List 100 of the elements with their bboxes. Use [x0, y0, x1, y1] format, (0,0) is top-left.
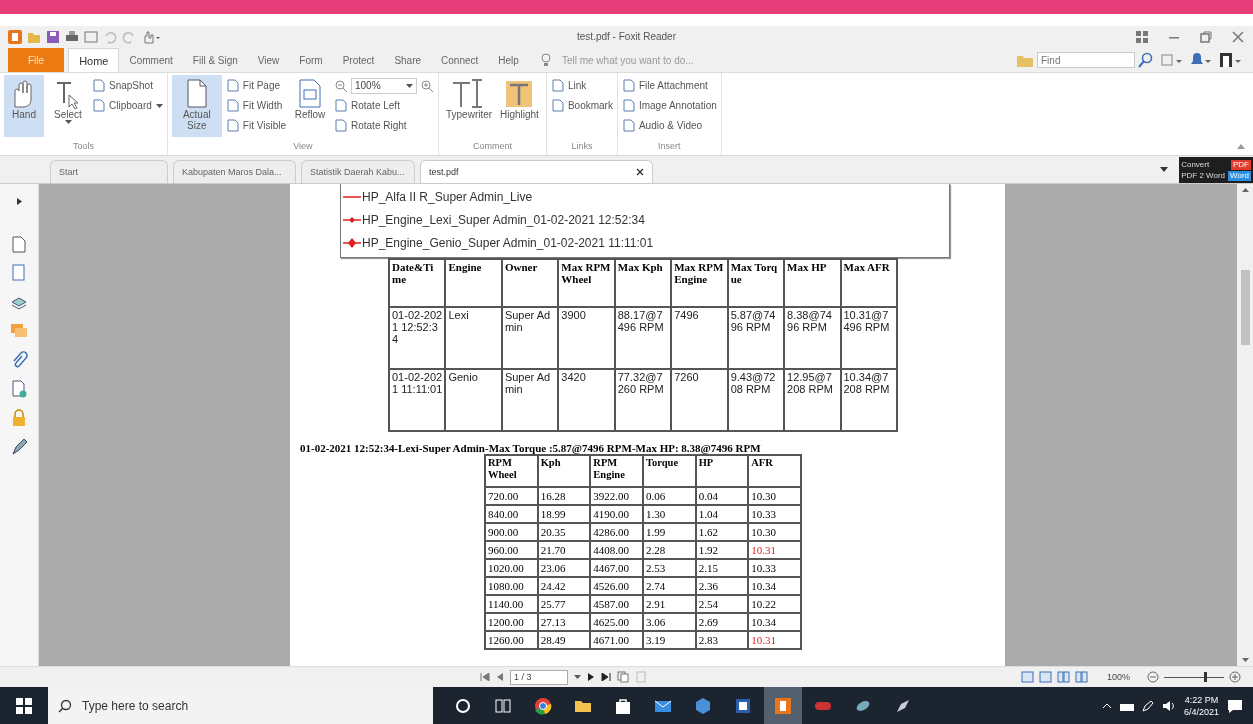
ribbon-button[interactable]: Bookmark [550, 97, 613, 114]
column-header: RPM Wheel [485, 455, 538, 487]
scrollbar[interactable] [1237, 184, 1253, 666]
windows-logo-icon[interactable] [16, 697, 32, 714]
ribbon-button[interactable]: Highlight [497, 75, 542, 137]
convert-banner[interactable]: Convert PDF 2 Word PDF Word [1179, 157, 1253, 183]
zoom-in-icon[interactable] [1229, 671, 1241, 683]
ribbon-button[interactable]: Fit Visible [225, 117, 286, 134]
zoom-in-icon[interactable] [420, 78, 434, 93]
pen-icon[interactable] [1141, 699, 1154, 712]
ribbon-tab[interactable]: Connect [431, 48, 489, 72]
search-icon[interactable] [1138, 52, 1154, 68]
zoom-dropdown[interactable]: 100% [351, 77, 417, 94]
document-tab[interactable]: Start [50, 160, 168, 183]
ribbon-tab[interactable]: Share [384, 48, 432, 72]
tell-me-field[interactable]: Tell me what you want to do... [559, 53, 744, 67]
last-page-icon[interactable] [601, 673, 611, 681]
ribbon-button[interactable]: Rotate Right [334, 117, 434, 134]
search-field[interactable]: Type here to search [48, 687, 433, 724]
ribbon-tab[interactable]: Home [68, 48, 120, 72]
two-page-continuous-icon[interactable] [1074, 671, 1088, 683]
find-field[interactable]: Find [1037, 52, 1135, 68]
expand-arrow-icon[interactable] [16, 198, 22, 205]
table-cell: 2.74 [642, 577, 696, 595]
ribbon-button[interactable]: Select [48, 75, 88, 137]
cube-icon[interactable] [693, 695, 713, 716]
zoom-out-icon[interactable] [334, 78, 348, 93]
column-header: RPM Engine [590, 455, 643, 487]
previous-page-icon[interactable] [496, 673, 504, 681]
ribbon-button[interactable]: File Attachment [621, 77, 717, 94]
ribbon-tab[interactable]: Protect [332, 48, 385, 72]
ribbon-button[interactable]: Reflow [290, 75, 330, 137]
printer-icon[interactable] [65, 30, 79, 44]
slider-thumb[interactable] [1203, 671, 1207, 682]
caret-icon[interactable] [1160, 167, 1169, 172]
grid-icon[interactable] [1135, 30, 1149, 44]
table-cell: 1080.00 [485, 577, 538, 595]
user-silhouette-icon[interactable] [1218, 52, 1242, 68]
pen-tool-icon[interactable] [9, 437, 29, 457]
ribbon-button[interactable]: SnapShot [92, 77, 163, 94]
scrollbar-thumb[interactable] [1240, 270, 1250, 345]
two-page-icon[interactable] [1056, 671, 1070, 683]
document-tab[interactable]: Kabupaten Maros Dala... [173, 160, 296, 183]
ribbon-button[interactable]: Clipboard [92, 97, 163, 114]
ribbon-button[interactable]: Hand [4, 75, 44, 137]
pages-icon[interactable] [9, 234, 29, 254]
single-page-icon[interactable] [1020, 671, 1034, 683]
chevron-up-icon[interactable] [1101, 702, 1112, 709]
table-cell: 4286.00 [590, 523, 643, 541]
continuous-page-icon[interactable] [1038, 671, 1052, 683]
lightbulb-icon [539, 53, 552, 67]
ribbon-button[interactable]: Link [550, 77, 613, 94]
speaker-icon[interactable] [1161, 699, 1176, 712]
ribbon-button[interactable]: Typewriter [443, 75, 493, 137]
notification-icon[interactable] [1227, 697, 1243, 714]
table-cell: 20.35 [537, 523, 591, 541]
ribbon-button[interactable]: Audio & Video [621, 117, 717, 134]
document-tab[interactable]: test.pdf [420, 160, 653, 183]
hand-icon[interactable] [141, 30, 161, 44]
table-cell: 10.34 [748, 613, 801, 631]
scroll-down-icon[interactable] [1241, 658, 1249, 662]
table-cell: 2.69 [695, 613, 749, 631]
table-cell: 27.13 [537, 613, 591, 631]
document-tab[interactable]: Statistik Daerah Kabu... [301, 160, 415, 183]
page-number-field[interactable]: 1 / 3 [510, 669, 568, 685]
table-cell: 3900 [558, 307, 615, 369]
table-cell: 7496 [671, 307, 728, 369]
restore-icon[interactable] [1199, 30, 1213, 44]
table-cell: 3.19 [642, 631, 696, 649]
ribbon-tab[interactable]: View [247, 48, 290, 72]
column-header: Max AFR [840, 259, 897, 307]
ribbon-button[interactable]: Image Annotation [621, 97, 717, 114]
column-header: Max RPM Engine [671, 259, 728, 307]
pdf-badge: PDF [1231, 159, 1251, 170]
ribbon-button[interactable]: Fit Page [225, 77, 286, 94]
column-header: Max Kph [614, 259, 672, 307]
table-cell: 1020.00 [485, 559, 538, 577]
scroll-up-icon[interactable] [1241, 188, 1249, 192]
collapse-caret-icon[interactable] [1237, 144, 1245, 149]
next-page-icon[interactable] [587, 673, 595, 681]
ribbon-button[interactable]: Rotate Left [334, 97, 434, 114]
ribbon-tab[interactable]: Help [488, 48, 529, 72]
legend-line-icon [343, 214, 361, 225]
browser-icon[interactable] [533, 695, 553, 716]
close-icon[interactable] [636, 168, 644, 176]
ribbon-tab[interactable]: Form [289, 48, 333, 72]
first-page-icon[interactable] [480, 673, 490, 681]
copy-page-icon[interactable] [617, 671, 629, 683]
table-cell: 4671.00 [590, 631, 643, 649]
ribbon-button[interactable]: Actual Size [171, 75, 222, 137]
ribbon-tab[interactable]: Fill & Sign [182, 48, 248, 72]
save-icon[interactable] [46, 30, 60, 44]
ribbon-button[interactable]: Fit Width [225, 97, 286, 114]
clock[interactable]: 4:22 PM 6/4/2021 [1183, 693, 1219, 718]
table-cell: 4625.00 [590, 613, 643, 631]
document-check-icon[interactable] [9, 379, 29, 399]
zoom-out-icon[interactable] [1147, 671, 1159, 683]
ribbon-tab[interactable]: Comment [119, 48, 183, 72]
page-icon [225, 79, 239, 92]
caret-icon[interactable] [574, 675, 581, 679]
